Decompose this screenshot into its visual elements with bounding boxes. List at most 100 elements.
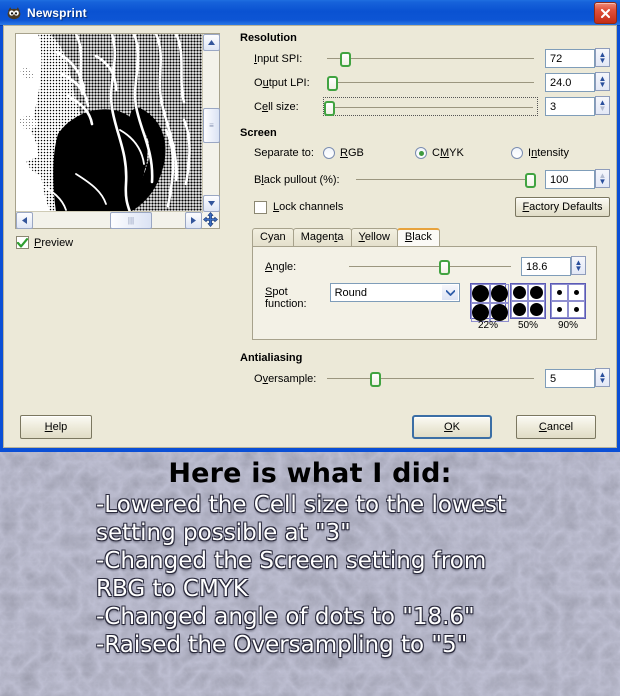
radio-cmyk-label: CMYK [432,147,464,159]
lock-channels-row: Lock channels Factory Defaults [240,196,610,218]
spinner-down-icon[interactable]: ▼ [599,80,607,88]
black-pullout-field[interactable]: 100 [545,170,595,189]
input-spi-row: Input SPI: 72 ▲ ▼ [240,48,610,69]
ok-button[interactable]: OK [412,415,492,439]
tab-magenta[interactable]: Magenta [292,228,352,246]
cell-size-field[interactable]: 3 [545,97,595,116]
black-channel-panel: Angle: 18.6 ▲ ▼ Spot function: Round 22%… [252,246,597,340]
scroll-down-button[interactable] [203,195,220,212]
spinner-arrows[interactable]: ▲ ▼ [571,256,586,275]
spinner-arrows[interactable]: ▲ ▼ [595,96,610,115]
lock-channels-checkbox[interactable]: Lock channels [240,200,343,214]
angle-spinner[interactable]: 18.6 ▲ ▼ [521,256,586,276]
radio-rgb[interactable]: RGB [323,147,415,159]
output-lpi-slider[interactable] [323,73,538,92]
swatch-label: 22% [477,320,498,331]
slider-handle[interactable] [370,372,382,387]
radio-cmyk[interactable]: CMYK [415,147,511,159]
slider-handle[interactable] [340,52,352,67]
input-spi-label: Input SPI: [254,52,303,65]
separate-to-label: Separate to: [254,147,314,159]
preview-horizontal-scrollbar[interactable]: ||| [16,211,202,229]
input-spi-slider[interactable] [323,49,538,68]
spot-function-label: Spot function: [265,286,307,310]
caption-line-2: -Changed the Screen setting from RBG to … [96,548,487,602]
preview-checkbox[interactable]: Preview [16,236,73,249]
factory-defaults-label: Factory Defaults [522,201,603,213]
slider-handle[interactable] [525,173,536,188]
spinner-down-icon[interactable]: ▼ [599,376,607,384]
spinner-down-icon[interactable]: ▼ [599,177,607,185]
caption-content: Here is what I did: -Lowered the Cell si… [0,452,620,696]
radio-button[interactable] [511,147,523,159]
spot-function-value: Round [334,286,368,299]
dialog-client-area: ≡ ||| Preview Resolution Input SPI: 72 ▲… [3,25,617,448]
move-icon[interactable] [202,211,219,228]
slider-track [327,378,534,379]
help-button[interactable]: Help [20,415,92,439]
caption-line-1: -Lowered the Cell size to the lowest set… [96,492,506,546]
spinner-arrows[interactable]: ▲ ▼ [595,48,610,67]
close-icon[interactable] [594,2,617,24]
spinner-down-icon[interactable]: ▼ [575,264,583,272]
cancel-label: Cancel [538,421,574,433]
black-pullout-slider[interactable] [352,170,538,189]
swatch-22: 22% [470,283,509,331]
horizontal-scroll-thumb[interactable]: ||| [110,212,152,229]
scroll-right-button[interactable] [185,212,202,229]
slider-track [327,58,534,59]
output-lpi-field[interactable]: 24.0 [545,73,595,92]
cancel-button[interactable]: Cancel [516,415,596,439]
cell-size-row: Cell size: 3 ▲ ▼ [240,96,610,117]
caption-line-4: -Raised the Oversampling to "5" [96,632,468,658]
slider-handle[interactable] [324,101,335,116]
input-spi-spinner[interactable]: 72 ▲ ▼ [545,48,610,68]
radio-intensity-label: Intensity [528,147,569,159]
antialiasing-section-title: Antialiasing [240,352,303,364]
cell-size-slider[interactable] [323,97,538,116]
radio-button[interactable] [323,147,335,159]
window-title: Newsprint [27,5,87,20]
factory-defaults-button[interactable]: Factory Defaults [515,197,610,217]
black-pullout-spinner[interactable]: 100 ▲ ▼ [545,169,610,189]
angle-row: Angle: 18.6 ▲ ▼ [263,256,586,277]
spinner-down-icon[interactable]: ▼ [599,56,607,64]
spinner-down-icon[interactable]: ▼ [599,104,607,112]
settings-panel: Resolution Input SPI: 72 ▲ ▼ Output LPI:… [240,32,610,392]
cell-size-spinner[interactable]: 3 ▲ ▼ [545,96,610,116]
scroll-up-button[interactable] [203,34,220,51]
tab-cyan[interactable]: Cyan [252,228,294,246]
spinner-arrows[interactable]: ▲ ▼ [595,169,610,188]
spinner-arrows[interactable]: ▲ ▼ [595,72,610,91]
spinner-arrows[interactable]: ▲ ▼ [595,368,610,387]
preview-vertical-scrollbar[interactable]: ≡ [202,34,220,212]
spot-function-row: Spot function: Round 22% 50% 90% [263,283,586,331]
checkbox-box[interactable] [16,236,29,249]
resolution-section-title: Resolution [240,32,297,44]
caption-heading: Here is what I did: [168,458,452,489]
radio-intensity[interactable]: Intensity [511,147,569,159]
checkbox-box[interactable] [254,200,267,214]
screenshot-root: Newsprint ≡ ||| Preview Resolution Input… [0,0,620,696]
slider-handle[interactable] [327,76,339,91]
chevron-down-icon[interactable] [442,285,458,300]
output-lpi-spinner[interactable]: 24.0 ▲ ▼ [545,72,610,92]
dialog-button-bar: Help OK Cancel [4,415,616,439]
angle-field[interactable]: 18.6 [521,257,571,276]
tab-black[interactable]: Black [396,228,440,246]
oversample-field[interactable]: 5 [545,369,595,388]
oversample-label: Oversample: [254,372,317,385]
oversample-slider[interactable] [323,369,538,388]
scroll-left-button[interactable] [16,212,33,229]
angle-slider[interactable] [345,257,515,276]
vertical-scroll-thumb[interactable]: ≡ [203,108,220,143]
radio-button[interactable] [415,147,427,159]
tab-yellow[interactable]: Yellow [350,228,398,246]
input-spi-field[interactable]: 72 [545,49,595,68]
help-label: Help [44,421,68,433]
oversample-spinner[interactable]: 5 ▲ ▼ [545,368,610,388]
slider-handle[interactable] [438,260,450,275]
preview-image[interactable] [16,34,203,213]
caption-list: -Lowered the Cell size to the lowest set… [0,491,620,659]
spot-function-select[interactable]: Round [329,283,460,302]
